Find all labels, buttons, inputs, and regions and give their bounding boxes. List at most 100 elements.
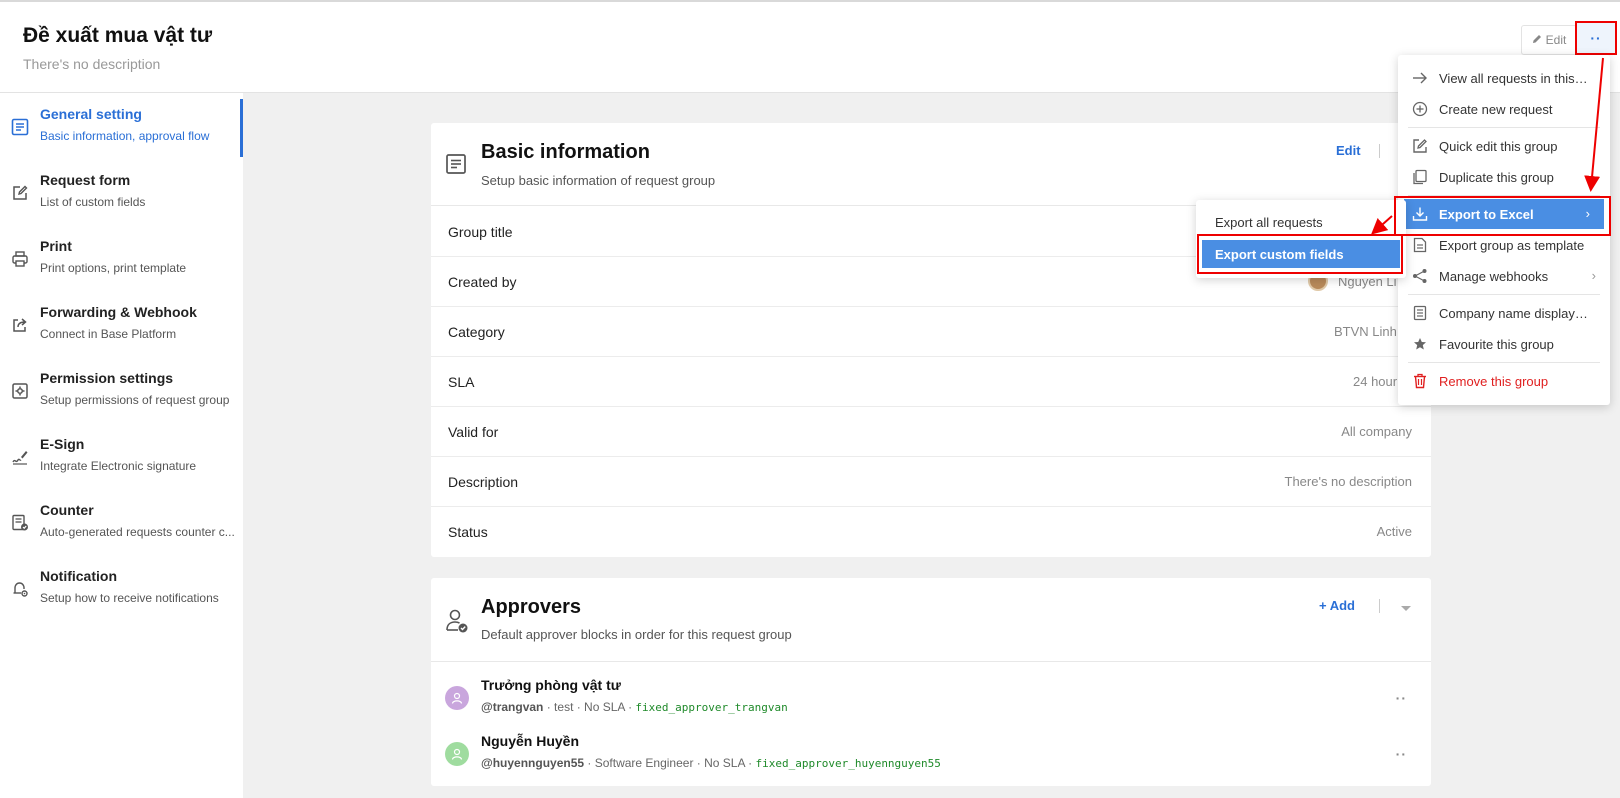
bell-gear-icon [10, 579, 30, 599]
row-value: BTVN Linh [1334, 324, 1397, 339]
add-approver-button[interactable]: + Add [1319, 598, 1355, 613]
sidebar-item-subtitle: Integrate Electronic signature [40, 459, 197, 473]
more-dots-icon: ·· [1590, 30, 1602, 46]
approver-item[interactable]: Nguyễn Huyền @huyennguyen55 · Software E… [431, 728, 1431, 784]
more-options-button[interactable]: ·· [1575, 21, 1617, 55]
header-separator [1379, 599, 1380, 613]
approver-item[interactable]: Trưởng phòng vật tư @trangvan · test · N… [431, 672, 1431, 728]
row-label: SLA [448, 374, 475, 390]
sidebar-item-subtitle: Auto-generated requests counter c... [40, 525, 235, 539]
sidebar-item-title: Permission settings [40, 370, 174, 386]
sidebar-item-subtitle: Setup how to receive notifications [40, 591, 219, 605]
list-doc-icon [445, 153, 469, 177]
sidebar-item-title: Notification [40, 568, 117, 584]
menu-item-label: Remove this group [1439, 374, 1549, 389]
share-icon [10, 315, 30, 335]
approver-name: Trưởng phòng vật tư [481, 677, 621, 693]
sidebar-item-title: General setting [40, 106, 142, 122]
menu-divider [1408, 127, 1600, 128]
submenu-item-label: Export all requests [1215, 215, 1323, 230]
sidebar-item-general-setting[interactable]: General setting Basic information, appro… [0, 99, 243, 157]
gear-shield-icon [10, 381, 30, 401]
header-edit-button[interactable]: Edit [1521, 25, 1577, 55]
menu-item-label: Export group as template [1439, 238, 1585, 253]
menu-item-company-name-display[interactable]: Company name display ... [1398, 298, 1610, 328]
chevron-right-icon: › [1591, 268, 1596, 283]
approver-code: fixed_approver_huyennguyen55 [755, 757, 941, 770]
menu-item-duplicate[interactable]: Duplicate this group [1398, 162, 1610, 192]
sidebar-item-title: E-Sign [40, 436, 85, 452]
menu-item-favourite[interactable]: Favourite this group [1398, 329, 1610, 359]
avatar [445, 686, 469, 710]
info-row-description: Description There's no description [431, 457, 1431, 507]
menu-item-label: Manage webhooks [1439, 269, 1549, 284]
sidebar-item-title: Forwarding & Webhook [40, 304, 197, 320]
page-description: There's no description [23, 56, 161, 72]
page-title: Đề xuất mua vật tư [23, 24, 213, 47]
info-row-status: Status Active [431, 507, 1431, 557]
approver-details: · test · No SLA · [543, 700, 636, 714]
menu-item-create-new-request[interactable]: Create new request [1398, 94, 1610, 124]
approver-username: @trangvan [481, 700, 544, 714]
menu-item-label: Duplicate this group [1439, 170, 1554, 185]
trash-icon [1412, 373, 1428, 389]
info-row-category: Category BTVN Linh [431, 307, 1431, 357]
chevron-down-icon[interactable] [1401, 600, 1411, 618]
sidebar-item-title: Print [40, 238, 72, 254]
sidebar-item-subtitle: Setup permissions of request group [40, 393, 230, 407]
menu-item-label: Create new request [1439, 102, 1553, 117]
user-check-icon [445, 608, 469, 633]
approver-more-icon[interactable]: ·· [1396, 690, 1407, 706]
menu-item-quick-edit[interactable]: Quick edit this group [1398, 131, 1610, 161]
star-icon [1412, 336, 1428, 352]
menu-item-label: View all requests in this ... [1439, 71, 1589, 86]
menu-item-label: Favourite this group [1439, 337, 1554, 352]
menu-item-remove-group[interactable]: Remove this group [1398, 366, 1610, 396]
menu-item-view-all-requests[interactable]: View all requests in this ... [1398, 63, 1610, 93]
row-label: Status [448, 524, 488, 540]
row-label: Created by [448, 274, 517, 290]
sidebar-item-request-form[interactable]: Request form List of custom fields [0, 165, 243, 223]
arrow-right-icon [1412, 70, 1428, 86]
approver-name: Nguyễn Huyền [481, 733, 580, 749]
document-icon [1412, 305, 1428, 321]
menu-item-label: Quick edit this group [1439, 139, 1558, 154]
sidebar-item-subtitle: Basic information, approval flow [40, 129, 210, 143]
basic-information-card: Basic information Setup basic informatio… [431, 123, 1431, 557]
edit-button-label: Edit [1545, 33, 1567, 47]
signature-icon [10, 447, 30, 467]
basic-information-edit-link[interactable]: Edit [1336, 143, 1361, 158]
row-label: Description [448, 474, 519, 490]
approvers-description: Default approver blocks in order for thi… [481, 627, 792, 642]
edit-form-icon [10, 183, 30, 203]
pencil-icon [1532, 33, 1542, 47]
info-row-sla: SLA 24 hour [431, 357, 1431, 407]
basic-information-header: Basic information Setup basic informatio… [431, 123, 1431, 206]
approver-code: fixed_approver_trangvan [635, 701, 788, 714]
approver-meta: @huyennguyen55 · Software Engineer · No … [481, 756, 941, 770]
approvers-card: Approvers Default approver blocks in ord… [431, 578, 1431, 786]
sidebar-item-permission-settings[interactable]: Permission settings Setup permissions of… [0, 363, 243, 421]
approver-details: · Software Engineer · No SLA · [584, 756, 756, 770]
row-value: 24 hour [1353, 374, 1398, 389]
header-separator [1379, 144, 1380, 158]
settings-sidebar: General setting Basic information, appro… [0, 93, 243, 798]
approver-meta: @trangvan · test · No SLA · fixed_approv… [481, 700, 788, 714]
sidebar-item-forwarding-webhook[interactable]: Forwarding & Webhook Connect in Base Pla… [0, 297, 243, 355]
approver-username: @huyennguyen55 [481, 756, 585, 770]
sidebar-item-title: Counter [40, 502, 94, 518]
info-row-valid-for: Valid for All company [431, 407, 1431, 457]
row-label: Category [448, 324, 505, 340]
row-value: There's no description [1284, 474, 1413, 489]
menu-item-manage-webhooks[interactable]: Manage webhooks › [1398, 261, 1610, 291]
sidebar-item-counter[interactable]: Counter Auto-generated requests counter … [0, 495, 243, 553]
submenu-item-export-all-requests[interactable]: Export all requests [1196, 208, 1406, 236]
share-nodes-icon [1412, 268, 1428, 284]
sidebar-item-print[interactable]: Print Print options, print template [0, 231, 243, 289]
sidebar-item-notification[interactable]: Notification Setup how to receive notifi… [0, 561, 243, 619]
approver-more-icon[interactable]: ·· [1396, 746, 1407, 762]
page-header: Đề xuất mua vật tư There's no descriptio… [0, 2, 1620, 93]
sidebar-item-subtitle: Connect in Base Platform [40, 327, 177, 341]
sidebar-item-e-sign[interactable]: E-Sign Integrate Electronic signature [0, 429, 243, 487]
menu-divider [1408, 294, 1600, 295]
